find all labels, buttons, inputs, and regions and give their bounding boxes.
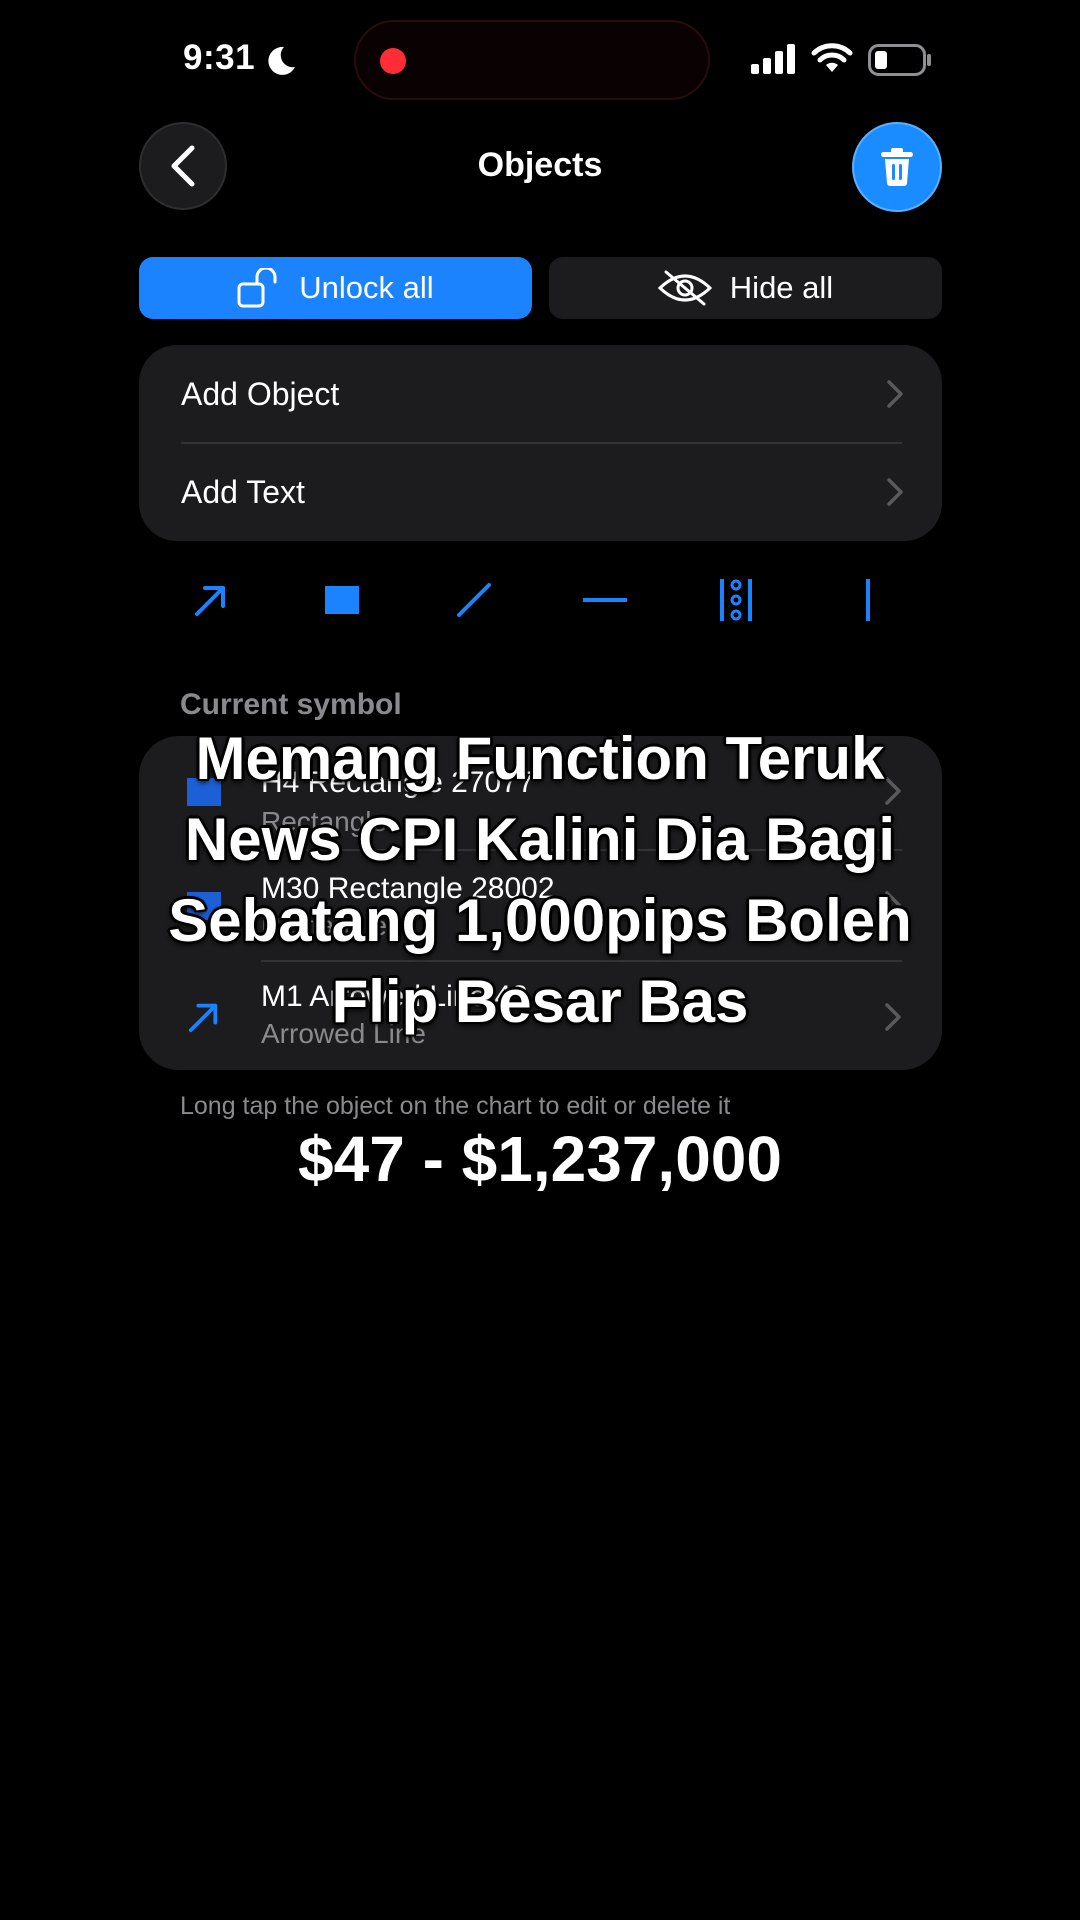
drawing-tools-bar — [139, 575, 942, 625]
unlock-all-label: Unlock all — [299, 270, 434, 305]
caption-line: Sebatang 1,000pips Boleh — [168, 887, 912, 954]
trend-line-icon — [457, 583, 491, 617]
recording-indicator-icon — [380, 48, 406, 74]
unlock-icon — [237, 268, 277, 308]
delete-all-button[interactable] — [852, 122, 942, 212]
unlock-all-button[interactable]: Unlock all — [139, 257, 532, 319]
rectangle-icon — [325, 586, 359, 614]
wifi-icon — [811, 43, 853, 72]
caption-line: Memang Function Teruk — [195, 725, 885, 792]
add-menu-card: Add Object Add Text — [139, 345, 942, 541]
chevron-right-icon — [887, 478, 903, 506]
battery-icon — [868, 44, 931, 76]
section-label: Current symbol — [180, 688, 402, 721]
arrow-tool-button[interactable] — [181, 575, 241, 625]
moon-icon — [268, 46, 295, 75]
vertical-line-icon — [866, 579, 870, 621]
dynamic-island — [354, 20, 710, 100]
add-object-label: Add Object — [181, 375, 340, 412]
overlay-caption: Memang Function Teruk News CPI Kalini Di… — [0, 718, 1080, 1042]
status-time: 9:31 — [183, 38, 256, 77]
chevron-right-icon — [887, 380, 903, 408]
add-text-label: Add Text — [181, 473, 305, 510]
arrow-icon — [195, 586, 225, 616]
vertical-line-tool-button[interactable] — [838, 575, 898, 625]
trend-line-tool-button[interactable] — [444, 575, 504, 625]
add-object-row[interactable]: Add Object — [181, 345, 904, 443]
caption-line: Flip Besar Bas — [331, 968, 749, 1035]
fibonacci-icon — [720, 579, 752, 621]
horizontal-line-icon — [583, 598, 627, 602]
hide-all-button[interactable]: Hide all — [549, 257, 942, 319]
eye-slash-icon — [657, 270, 712, 306]
fibonacci-tool-button[interactable] — [706, 575, 766, 625]
overlay-price: $47 - $1,237,000 — [298, 1123, 782, 1195]
horizontal-line-tool-button[interactable] — [575, 575, 635, 625]
hint-text: Long tap the object on the chart to edit… — [180, 1092, 731, 1120]
cellular-signal-icon — [751, 44, 795, 74]
add-text-row[interactable]: Add Text — [181, 443, 904, 541]
caption-line: News CPI Kalini Dia Bagi — [184, 806, 896, 873]
hide-all-label: Hide all — [729, 270, 834, 305]
rectangle-tool-button[interactable] — [312, 575, 372, 625]
trash-icon — [881, 148, 913, 186]
